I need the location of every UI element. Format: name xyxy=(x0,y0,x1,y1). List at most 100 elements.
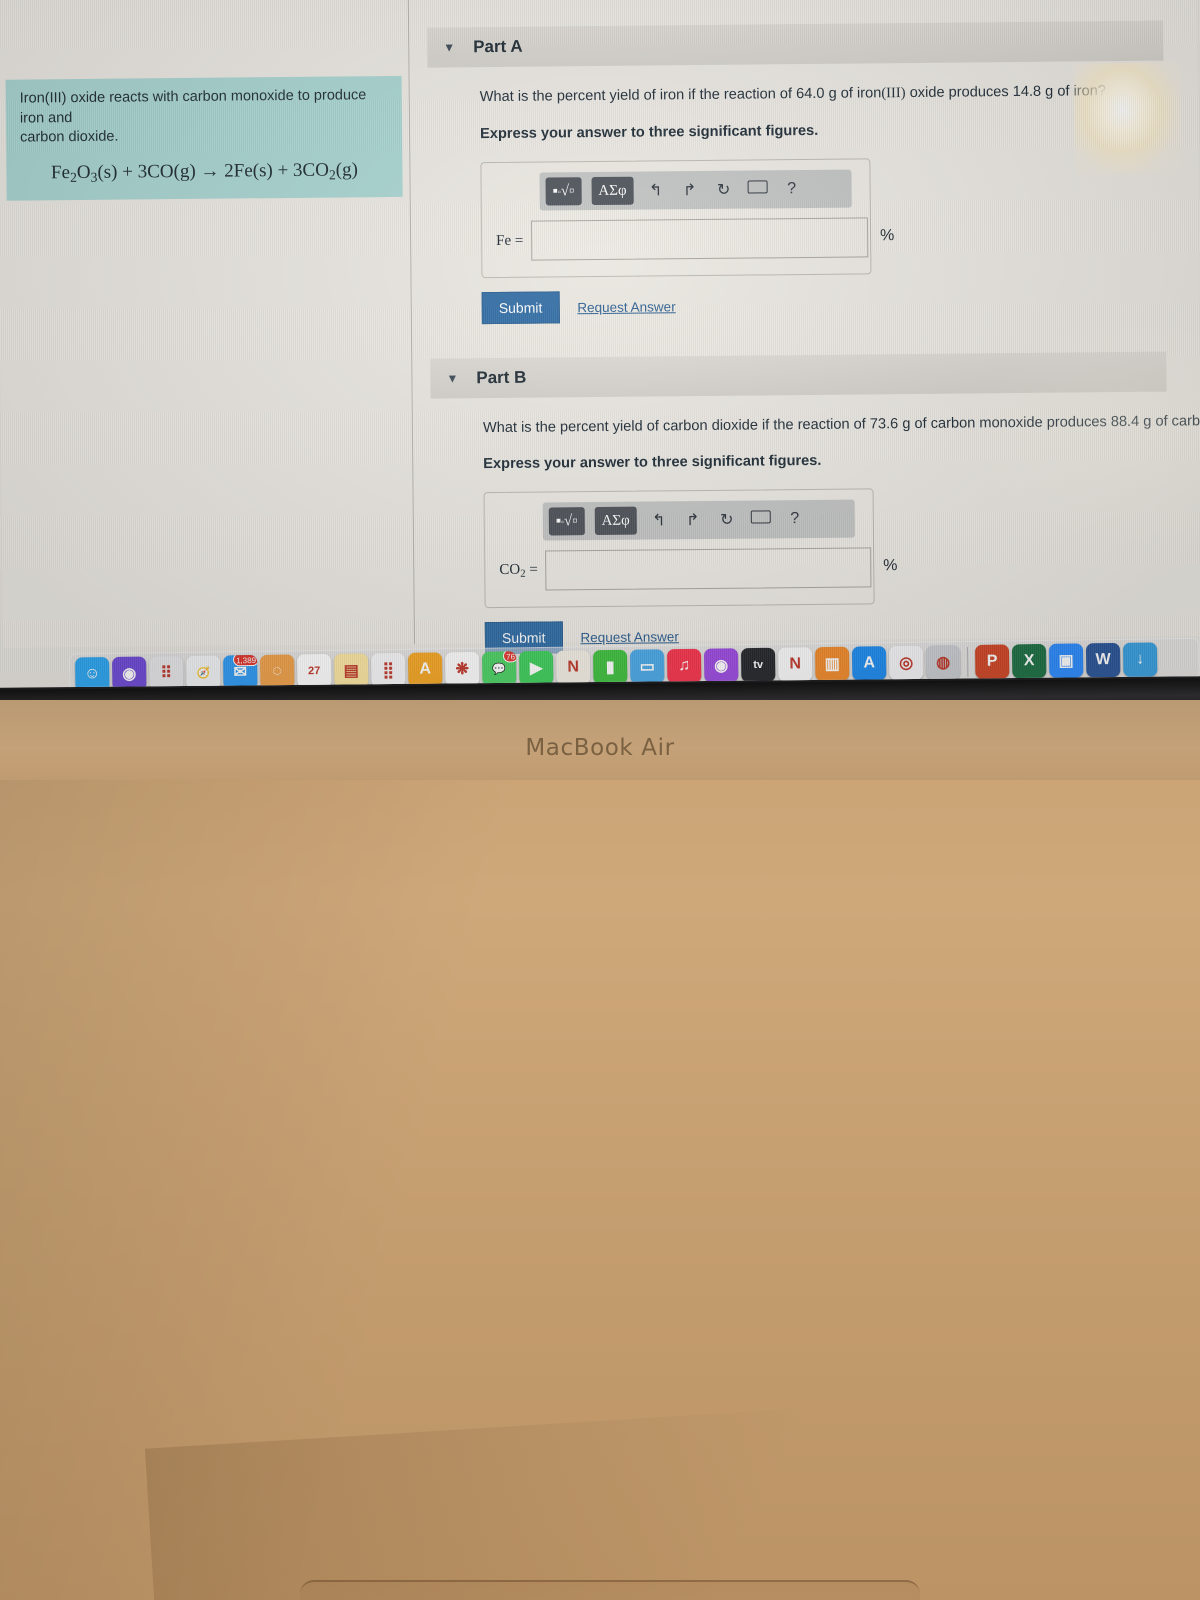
dock-icon-system-preferences[interactable]: ◍ xyxy=(925,645,961,680)
dock-icon-keynote[interactable]: ▭ xyxy=(629,649,665,684)
system-preferences-icon: ◍ xyxy=(936,654,951,672)
math-template-icon[interactable]: ▪ ▫ √▫ xyxy=(545,177,582,206)
part-a-submit-button[interactable]: Submit xyxy=(481,291,560,325)
part-b-math-toolbar: ▪ ▫ √▫ ΑΣφ ↰ ↱ ↻ ? xyxy=(542,499,855,541)
part-b-answer-input[interactable] xyxy=(545,547,872,591)
redo-icon[interactable]: ↱ xyxy=(681,510,705,530)
dock-icon-calendar[interactable]: 27 xyxy=(297,653,332,688)
undo-icon[interactable]: ↰ xyxy=(647,510,671,530)
dock-icon-preview[interactable]: ◌ xyxy=(260,654,295,688)
part-a-submit-row: Submit Request Answer xyxy=(481,285,1190,325)
news-icon: N xyxy=(789,655,802,673)
part-b-header[interactable]: ▼ Part B xyxy=(430,351,1167,399)
dock-icon-mail[interactable]: ✉ 1,389 xyxy=(223,654,258,688)
app-store-icon: A xyxy=(863,654,876,672)
calendar-icon: 27 xyxy=(308,665,321,678)
part-b-answer-label: CO2 = xyxy=(499,561,538,580)
column-divider xyxy=(407,0,415,644)
reset-icon[interactable]: ↻ xyxy=(715,510,739,530)
dock-icon-messages[interactable]: 💬 76 xyxy=(481,651,517,686)
dock-icon-word[interactable]: W xyxy=(1085,642,1121,678)
part-b-request-answer-link[interactable]: Request Answer xyxy=(580,629,678,645)
part-a-unit: % xyxy=(880,227,895,245)
chevron-down-icon[interactable]: ▼ xyxy=(446,371,458,385)
dock-icon-launchpad[interactable]: ⠿ xyxy=(149,655,184,688)
redo-icon[interactable]: ↱ xyxy=(678,180,702,200)
dock-icon-zoom[interactable]: ▣ xyxy=(1048,643,1084,678)
keyboard[interactable]: esc☀F1☀F2▣▯F3⣿F4⁙F5⁘F6◀◀F7▶‖F8▶▶F9◀F10◀)… xyxy=(0,858,1200,1518)
dock-icon-apple-tv[interactable]: tv xyxy=(740,647,776,683)
help-icon[interactable]: ? xyxy=(780,180,804,198)
part-b-title: Part B xyxy=(476,367,527,388)
keyboard-icon[interactable] xyxy=(746,180,770,198)
part-b-answer-card: ▪ ▫ √▫ ΑΣφ ↰ ↱ ↻ ? CO2 = % xyxy=(483,488,898,609)
dock-badge-mail: 1,389 xyxy=(232,654,258,667)
podcasts-icon: ◉ xyxy=(714,657,729,675)
dock-icon-chrome[interactable]: ◎ xyxy=(888,645,924,681)
apple-tv-icon: tv xyxy=(753,658,764,672)
keynote-icon: ▭ xyxy=(639,658,655,676)
dock-icon-notes[interactable]: ▤ xyxy=(334,653,369,688)
powerpoint-icon: P xyxy=(986,652,998,670)
part-a-request-answer-link[interactable]: Request Answer xyxy=(577,299,675,315)
news-app-icon: N xyxy=(567,658,580,676)
part-a-answer-label: Fe = xyxy=(496,232,524,249)
part-b-question: What is the percent yield of carbon diox… xyxy=(482,412,1200,437)
dock-icon-news[interactable]: N xyxy=(777,647,813,682)
dock-icon-books[interactable]: ▥ xyxy=(814,646,850,682)
reminders-icon: ⣿ xyxy=(382,662,395,680)
messages-icon: 💬 xyxy=(492,662,507,676)
dock-icon-news-app[interactable]: N xyxy=(555,650,591,685)
dock-icon-siri[interactable]: ◉ xyxy=(112,656,147,688)
browser-page: Iron(III) oxide reacts with carbon monox… xyxy=(0,0,1200,688)
problem-line-1: Iron(III) oxide reacts with carbon monox… xyxy=(19,87,367,127)
dock-icon-excel[interactable]: X xyxy=(1011,643,1047,679)
zoom-icon: ▣ xyxy=(1058,652,1074,670)
excel-icon: X xyxy=(1023,652,1035,670)
greek-symbols-icon[interactable]: ΑΣφ xyxy=(591,176,634,206)
part-a-math-toolbar: ▪ ▫ √▫ ΑΣφ ↰ ↱ ↻ ? xyxy=(539,169,852,211)
dock-icon-app-store[interactable]: A xyxy=(851,646,887,681)
dock-icon-finder[interactable]: ☺ xyxy=(75,657,110,688)
dock-icon-music[interactable]: ♫ xyxy=(666,648,702,684)
chemical-equation: Fe2O3(s) + 3CO(g) → 2Fe(s) + 3CO2(g) xyxy=(50,159,358,185)
dock-icon-podcasts[interactable]: ◉ xyxy=(703,648,739,683)
reset-icon[interactable]: ↻ xyxy=(712,180,736,200)
part-b-body: What is the percent yield of carbon diox… xyxy=(431,391,1200,655)
greek-symbols-icon[interactable]: ΑΣφ xyxy=(594,506,637,536)
finder-icon: ☺ xyxy=(83,665,101,683)
dock-icon-reminders[interactable]: ⣿ xyxy=(371,652,406,688)
siri-icon: ◉ xyxy=(122,665,137,683)
math-template-icon[interactable]: ▪ ▫ √▫ xyxy=(548,507,585,536)
facetime-icon: ▶ xyxy=(529,659,543,678)
problem-statement-box: Iron(III) oxide reacts with carbon monox… xyxy=(5,75,403,201)
word-icon: W xyxy=(1095,651,1111,669)
numbers-icon: ▮ xyxy=(605,658,615,677)
photos-icon: ❋ xyxy=(455,660,470,679)
dock-icon-downloads[interactable]: ↓ xyxy=(1122,642,1158,677)
dock-separator xyxy=(966,647,969,678)
part-a-header[interactable]: ▼ Part A xyxy=(427,20,1164,68)
part-a-answer-input[interactable] xyxy=(531,217,869,261)
part-a-question: What is the percent yield of iron if the… xyxy=(479,83,1107,106)
dock-icon-powerpoint[interactable]: P xyxy=(974,644,1010,679)
undo-icon[interactable]: ↰ xyxy=(644,180,668,200)
dock-icon-photos[interactable]: ❋ xyxy=(444,651,480,687)
notes-icon: ▤ xyxy=(343,662,359,680)
pages-icon: A xyxy=(419,660,432,678)
safari-icon: 🧭 xyxy=(196,667,211,680)
part-b-unit: % xyxy=(883,557,898,575)
preview-icon: ◌ xyxy=(272,662,283,680)
dock-icon-numbers[interactable]: ▮ xyxy=(592,649,628,685)
part-b-answer-row: CO2 = xyxy=(499,547,872,591)
trackpad[interactable] xyxy=(300,1580,920,1600)
parts-column: ▼ Part A What is the percent yield of ir… xyxy=(427,20,1200,655)
keyboard-icon[interactable] xyxy=(749,510,773,528)
dock-icon-pages[interactable]: A xyxy=(407,652,443,687)
help-icon[interactable]: ? xyxy=(783,510,807,528)
dock-icon-safari[interactable]: 🧭 xyxy=(186,655,221,688)
problem-statement-text: Iron(III) oxide reacts with carbon monox… xyxy=(20,86,389,148)
chevron-down-icon[interactable]: ▼ xyxy=(443,40,455,54)
dock-icon-facetime[interactable]: ▶ xyxy=(518,650,554,686)
music-icon: ♫ xyxy=(678,656,691,675)
